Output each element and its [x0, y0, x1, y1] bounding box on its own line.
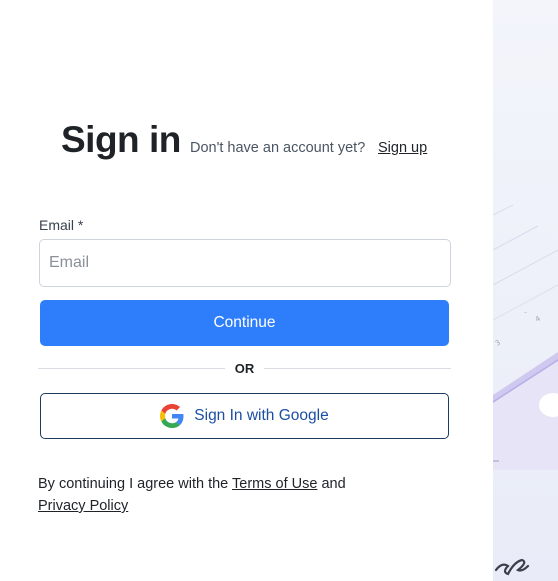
legal-prefix: By continuing I agree with the — [38, 476, 229, 492]
email-field[interactable] — [39, 239, 451, 287]
divider-line-left — [38, 368, 225, 369]
sign-in-panel: Sign in Don't have an account yet? Sign … — [0, 0, 493, 581]
privacy-policy-link[interactable]: Privacy Policy — [38, 498, 128, 514]
svg-text:3: 3 — [494, 339, 502, 348]
google-sign-in-button[interactable]: Sign In with Google — [40, 393, 449, 439]
svg-text:–: – — [524, 309, 527, 316]
google-logo-icon — [160, 404, 184, 428]
illustration-graphic: 4 – 3 — [493, 204, 558, 576]
or-divider-text: OR — [234, 361, 255, 376]
divider-line-right — [264, 368, 451, 369]
decorative-illustration: 4 – 3 — [493, 0, 558, 581]
email-label: Email * — [39, 217, 84, 233]
sign-up-link[interactable]: Sign up — [378, 139, 427, 157]
continue-button[interactable]: Continue — [40, 300, 449, 346]
google-button-label: Sign In with Google — [194, 407, 329, 424]
page-title: Sign in — [61, 119, 181, 160]
no-account-text: Don't have an account yet? — [190, 140, 366, 156]
legal-conjunction: and — [321, 476, 346, 492]
legal-text: By continuing I agree with the Terms of … — [38, 473, 458, 517]
terms-of-use-link[interactable]: Terms of Use — [232, 476, 317, 492]
svg-text:4: 4 — [534, 314, 542, 323]
